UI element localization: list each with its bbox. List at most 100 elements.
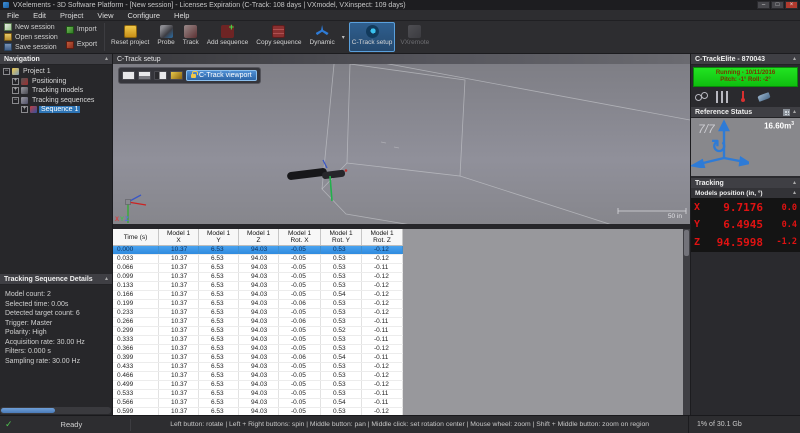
wrench-icon[interactable] (757, 92, 770, 102)
table-row[interactable]: 0.00010.376.5394.03-0.050.53-0.12 (113, 246, 403, 255)
collapse-chevron-icon[interactable]: ▴ (793, 109, 796, 115)
table-row[interactable]: 0.29910.376.5394.03-0.050.52-0.11 (113, 327, 403, 336)
export-button[interactable]: Export (64, 40, 99, 50)
table-cell: 0.433 (113, 363, 159, 371)
single-view-icon[interactable] (122, 71, 135, 80)
scrollbar-thumb[interactable] (684, 230, 689, 256)
column-header-top: Model 1 (329, 230, 352, 237)
column-header[interactable]: Time (s) (113, 229, 159, 245)
targets-icon[interactable] (695, 91, 707, 103)
sidebar-item-tracking-models[interactable]: +Tracking models (0, 86, 112, 96)
table-row[interactable]: 0.09910.376.5394.03-0.050.53-0.12 (113, 273, 403, 282)
readout-delta: 0.4 (773, 220, 797, 230)
sidebar-item-project-1[interactable]: −Project 1 (0, 67, 112, 77)
open-session-button[interactable]: Open session (2, 32, 60, 42)
column-header[interactable]: Model 1Y (199, 229, 239, 245)
table-row[interactable]: 0.46610.376.5394.03-0.050.53-0.12 (113, 372, 403, 381)
collapse-chevron-icon[interactable]: ▴ (793, 180, 796, 186)
table-row[interactable]: 0.06610.376.5394.03-0.050.53-0.11 (113, 264, 403, 273)
grid-icon[interactable] (783, 109, 790, 116)
sidebar-item-positioning[interactable]: +Positioning (0, 77, 112, 87)
table-cell: 0.366 (113, 345, 159, 353)
c-track-setup-button[interactable]: C-Track setup (349, 22, 396, 52)
column-header[interactable]: Model 1Rot. Y (321, 229, 362, 245)
sequence-details-title: Tracking Sequence Details (4, 276, 93, 283)
sidebar-item-sequence-1[interactable]: +Sequence 1 (0, 105, 112, 115)
column-header-top: Model 1 (207, 230, 230, 237)
dynamic-button[interactable]: Dynamic (306, 22, 337, 52)
sidebar-item-tracking-sequences[interactable]: −Tracking sequences (0, 96, 112, 106)
track-button[interactable]: Track (180, 22, 202, 52)
thermometer-icon[interactable] (737, 91, 749, 103)
table-cell: 0.54 (321, 291, 362, 299)
menu-configure[interactable]: Configure (121, 10, 168, 21)
add-sequence-button[interactable]: Add sequence (204, 22, 252, 52)
table-scrollbar[interactable] (683, 229, 690, 415)
maximize-button[interactable]: □ (771, 1, 784, 9)
column-header-bottom: Y (216, 237, 220, 244)
menu-project[interactable]: Project (53, 10, 90, 21)
menu-file[interactable]: File (0, 10, 26, 21)
table-cell: 0.53 (321, 282, 362, 290)
table-row[interactable]: 0.03310.376.5394.03-0.050.53-0.12 (113, 255, 403, 264)
column-header[interactable]: Model 1Rot. Z (362, 229, 403, 245)
table-row[interactable]: 0.19910.376.5394.03-0.060.53-0.12 (113, 300, 403, 309)
tree-expander-plus-icon[interactable]: + (12, 78, 19, 85)
projector-view-icon[interactable] (154, 71, 167, 80)
save-session-button[interactable]: Save session (2, 42, 60, 52)
table-row[interactable]: 0.56610.376.5394.03-0.050.54-0.11 (113, 399, 403, 408)
table-row[interactable]: 0.49910.376.5394.03-0.050.53-0.12 (113, 381, 403, 390)
tool-button-group: Reset project Probe TrackAdd sequenceCopy … (108, 21, 432, 53)
close-button[interactable]: × (785, 1, 798, 9)
collapse-chevron-icon[interactable]: ▴ (793, 190, 796, 196)
highlight-view-icon[interactable] (170, 71, 183, 80)
column-header[interactable]: Model 1Rot. X (279, 229, 321, 245)
collapse-chevron-icon[interactable]: ▴ (793, 56, 796, 62)
table-row[interactable]: 0.26610.376.5394.03-0.060.53-0.11 (113, 318, 403, 327)
scrollbar-thumb[interactable] (1, 408, 55, 413)
dropdown-caret-icon[interactable]: ▾ (340, 22, 347, 52)
column-header[interactable]: Model 1X (159, 229, 199, 245)
minimize-button[interactable]: – (757, 1, 770, 9)
targets-count: 7/7 (698, 122, 715, 136)
menu-help[interactable]: Help (167, 10, 196, 21)
new-session-button[interactable]: New session (2, 22, 60, 32)
table-cell: -0.12 (362, 381, 403, 389)
reset-project-button[interactable]: Reset project (108, 22, 152, 52)
3d-viewport[interactable]: C-Track viewport 50 in XYZ (113, 64, 690, 224)
table-row[interactable]: 0.16610.376.5394.03-0.050.54-0.12 (113, 291, 403, 300)
tree-expander-plus-icon[interactable]: + (21, 106, 28, 113)
camera-bars-icon[interactable] (716, 91, 728, 103)
table-row[interactable]: 0.13310.376.5394.03-0.050.53-0.12 (113, 282, 403, 291)
project-icon (12, 68, 19, 75)
menu-view[interactable]: View (90, 10, 120, 21)
menu-bar: FileEditProjectViewConfigureHelp (0, 10, 800, 21)
button-label: C-Track setup (352, 39, 393, 46)
tree-expander-minus-icon[interactable]: − (12, 97, 19, 104)
sequence-details-list: Model count: 2Selected time: 0.00sDetect… (0, 287, 112, 366)
table-row[interactable]: 0.33310.376.5394.03-0.050.53-0.11 (113, 336, 403, 345)
collapse-chevron-icon[interactable]: ▴ (105, 56, 108, 62)
table-row[interactable]: 0.36610.376.5394.03-0.050.53-0.12 (113, 345, 403, 354)
tree-expander-plus-icon[interactable]: + (12, 87, 19, 94)
table-cell: 10.37 (159, 327, 199, 335)
collapse-chevron-icon[interactable]: ▴ (105, 276, 108, 282)
table-cell: -0.12 (362, 300, 403, 308)
table-row[interactable]: 0.23310.376.5394.03-0.050.53-0.12 (113, 309, 403, 318)
button-label: Probe (157, 39, 174, 46)
probe-button[interactable]: Probe (154, 22, 177, 52)
button-label: Export (77, 41, 97, 48)
table-row[interactable]: 0.43310.376.5394.03-0.050.53-0.12 (113, 363, 403, 372)
table-cell: 94.03 (239, 300, 279, 308)
column-header[interactable]: Model 1Z (239, 229, 279, 245)
table-row[interactable]: 0.53310.376.5394.03-0.050.53-0.11 (113, 390, 403, 399)
column-header-top: Model 1 (370, 230, 393, 237)
copy-sequence-button[interactable]: Copy sequence (253, 22, 304, 52)
table-row[interactable]: 0.39910.376.5394.03-0.060.54-0.11 (113, 354, 403, 363)
c-track-viewport-button[interactable]: C-Track viewport (186, 70, 257, 81)
menu-edit[interactable]: Edit (26, 10, 53, 21)
split-view-icon[interactable] (138, 71, 151, 80)
import-button[interactable]: Import (64, 25, 99, 35)
tree-expander-minus-icon[interactable]: − (3, 68, 10, 75)
left-panel-scrollbar[interactable] (0, 407, 111, 414)
